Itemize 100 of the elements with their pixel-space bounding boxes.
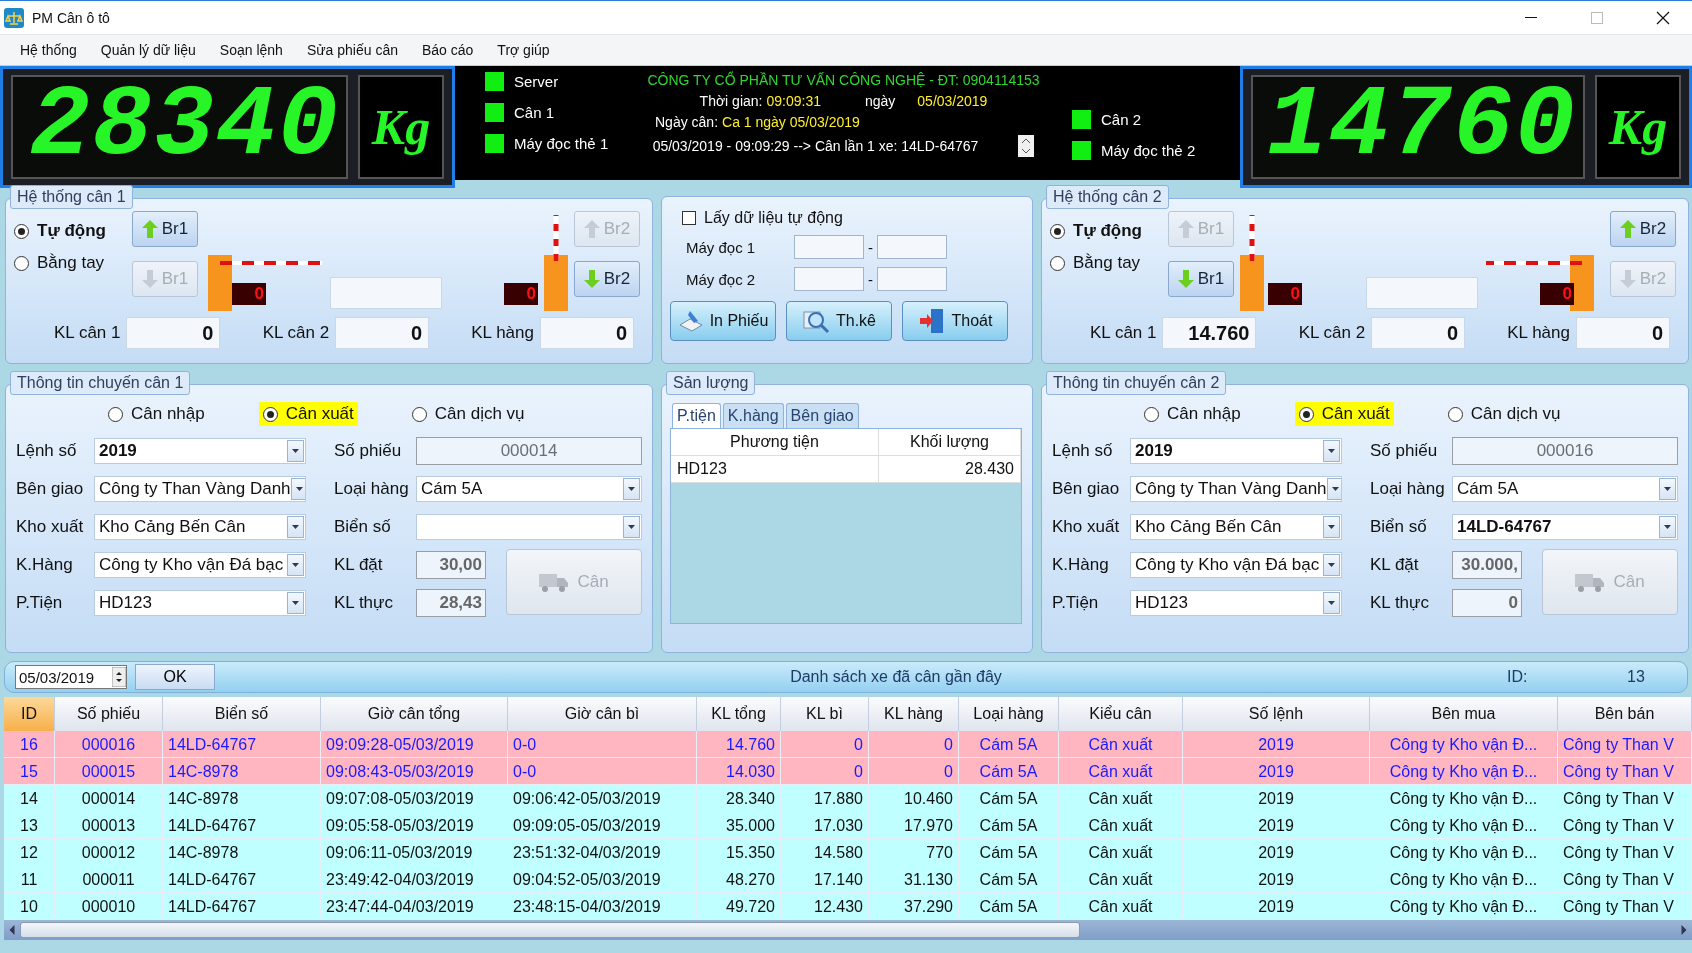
column-header[interactable]: Số lệnh: [1183, 697, 1370, 731]
mode-radio[interactable]: Bằng tay: [14, 253, 126, 273]
table-cell: Cân xuất: [1059, 758, 1183, 785]
column-header[interactable]: Bên mua: [1370, 697, 1558, 731]
barrier-button[interactable]: Br1: [132, 211, 198, 247]
log-message: 05/03/2019 - 09:09:29 --> Cân lần 1 xe: 14LD-64767: [652, 138, 979, 154]
list-title: Danh sách xe đã cân gần đây: [789, 668, 1003, 686]
weigh-type-radio[interactable]: Cân nhập: [104, 402, 209, 426]
menu-item[interactable]: Quản lý dữ liệu: [88, 42, 208, 58]
weigh-type-radio[interactable]: Cân xuất: [258, 402, 358, 426]
combo-box[interactable]: 14LD-64767: [1452, 514, 1678, 540]
table-cell: Công ty Than V: [1558, 785, 1692, 812]
barrier-button[interactable]: Br1: [1168, 261, 1234, 297]
minimize-icon: [1525, 16, 1537, 19]
combo-box[interactable]: Cám 5A: [416, 476, 642, 502]
field-label: Lệnh số: [1052, 441, 1114, 461]
combo-box[interactable]: 2019: [94, 438, 306, 464]
table-cell: 2019: [1183, 812, 1370, 839]
weigh-type-radio[interactable]: Cân dịch vụ: [1443, 402, 1565, 426]
counter-display: 0: [232, 283, 266, 305]
left-arrow-icon[interactable]: [9, 925, 15, 935]
menu-item[interactable]: Soạn lệnh: [207, 42, 295, 58]
combo-box[interactable]: HD123: [1130, 590, 1342, 616]
column-header[interactable]: Giờ cân tổng: [321, 697, 508, 731]
tab[interactable]: P.tiện: [672, 403, 721, 428]
column-header[interactable]: Loại hàng: [959, 697, 1059, 731]
number-field: 0: [1452, 589, 1522, 617]
field-label: KL thực: [1370, 593, 1430, 613]
table-cell: 14.580: [781, 839, 869, 866]
action-button[interactable]: In Phiếu: [670, 301, 776, 341]
ok-button[interactable]: OK: [135, 664, 215, 690]
reader-field[interactable]: [877, 267, 947, 291]
field-label: P.Tiện: [1052, 593, 1100, 613]
combo-box[interactable]: HD123: [94, 590, 306, 616]
field-label: Biển số: [1370, 517, 1428, 537]
menu-item[interactable]: Báo cáo: [410, 42, 486, 58]
tab[interactable]: K.hàng: [722, 403, 784, 428]
magnifier-icon: [802, 308, 830, 334]
weigh-type-radio[interactable]: Cân xuất: [1294, 402, 1394, 426]
separator-text: -: [868, 270, 873, 288]
table-cell: 10.460: [869, 785, 959, 812]
indicator-label: Cân 2: [1101, 111, 1142, 128]
id-value: 13: [1627, 668, 1646, 686]
combo-box[interactable]: [416, 514, 642, 540]
table-cell: 14.760: [697, 731, 781, 758]
column-header[interactable]: KL bì: [781, 697, 869, 731]
column-header[interactable]: KL tổng: [697, 697, 781, 731]
combo-box[interactable]: 2019: [1130, 438, 1342, 464]
combo-box[interactable]: Kho Cảng Bến Cân: [1130, 514, 1342, 540]
combo-box[interactable]: Công ty Kho vận Đá bạc: [94, 552, 306, 578]
down-arrow-icon: [141, 270, 158, 288]
reader-field[interactable]: [794, 235, 864, 259]
mode-radio[interactable]: Tự động: [1050, 221, 1162, 241]
column-header[interactable]: KL hàng: [869, 697, 959, 731]
weight-label: KL hàng: [471, 323, 534, 343]
reader-field[interactable]: [794, 267, 864, 291]
table-cell: 14.030: [697, 758, 781, 785]
column-header[interactable]: Biển số: [163, 697, 321, 731]
close-icon: [1656, 10, 1670, 25]
barrier-button[interactable]: Br2: [1610, 211, 1676, 247]
scroll-arrows-icon[interactable]: [1018, 135, 1035, 157]
barrier-button[interactable]: Br2: [574, 261, 640, 297]
tab[interactable]: Bên giao: [785, 403, 859, 428]
combo-box[interactable]: Công ty Than Vàng Danh: [94, 476, 306, 502]
auto-data-checkbox[interactable]: Lấy dữ liệu tự động: [670, 209, 1026, 227]
action-button[interactable]: Th.kê: [786, 301, 892, 341]
app-icon: [4, 7, 24, 28]
column-header[interactable]: ID: [4, 697, 55, 731]
horizontal-scrollbar[interactable]: [4, 920, 1692, 940]
table-cell: 0-0: [508, 758, 697, 785]
column-header[interactable]: Kiểu cân: [1059, 697, 1183, 731]
exit-door-icon: [917, 308, 946, 334]
combo-box[interactable]: Kho Cảng Bến Cân: [94, 514, 306, 540]
combo-box[interactable]: Công ty Than Vàng Danh: [1130, 476, 1342, 502]
scrollbar-thumb[interactable]: [20, 922, 1080, 938]
mode-radio[interactable]: Bằng tay: [1050, 253, 1162, 273]
menu-item[interactable]: Sửa phiếu cân: [294, 42, 410, 58]
column-header[interactable]: Số phiếu: [55, 697, 163, 731]
group-title: Hệ thống cân 2: [1046, 185, 1169, 209]
column-header[interactable]: Giờ cân bì: [508, 697, 697, 731]
right-arrow-icon[interactable]: [1681, 925, 1687, 935]
weight-label: KL hàng: [1507, 323, 1570, 343]
table-cell: Cám 5A: [959, 866, 1059, 893]
menu-item[interactable]: Trợ giúp: [485, 42, 562, 58]
date-field[interactable]: 05/03/2019: [15, 665, 127, 689]
column-header[interactable]: Bên bán: [1558, 697, 1692, 731]
table-cell: 000013: [55, 812, 163, 839]
mode-radio[interactable]: Tự động: [14, 221, 126, 241]
reader-field[interactable]: [877, 235, 947, 259]
weigh-type-radio[interactable]: Cân dịch vụ: [407, 402, 529, 426]
menu-item[interactable]: Hệ thống: [8, 42, 89, 58]
combo-box[interactable]: Cám 5A: [1452, 476, 1678, 502]
table-cell: 09:06:42-05/03/2019: [508, 785, 697, 812]
table-cell: 0: [781, 758, 869, 785]
weigh-type-radio[interactable]: Cân nhập: [1140, 402, 1245, 426]
combo-box[interactable]: Công ty Kho vận Đá bạc: [1130, 552, 1342, 578]
field-label: Lệnh số: [16, 441, 78, 461]
action-button[interactable]: Thoát: [902, 301, 1008, 341]
weight-readout: 28340: [29, 77, 340, 177]
up-arrow-icon: [141, 220, 158, 238]
